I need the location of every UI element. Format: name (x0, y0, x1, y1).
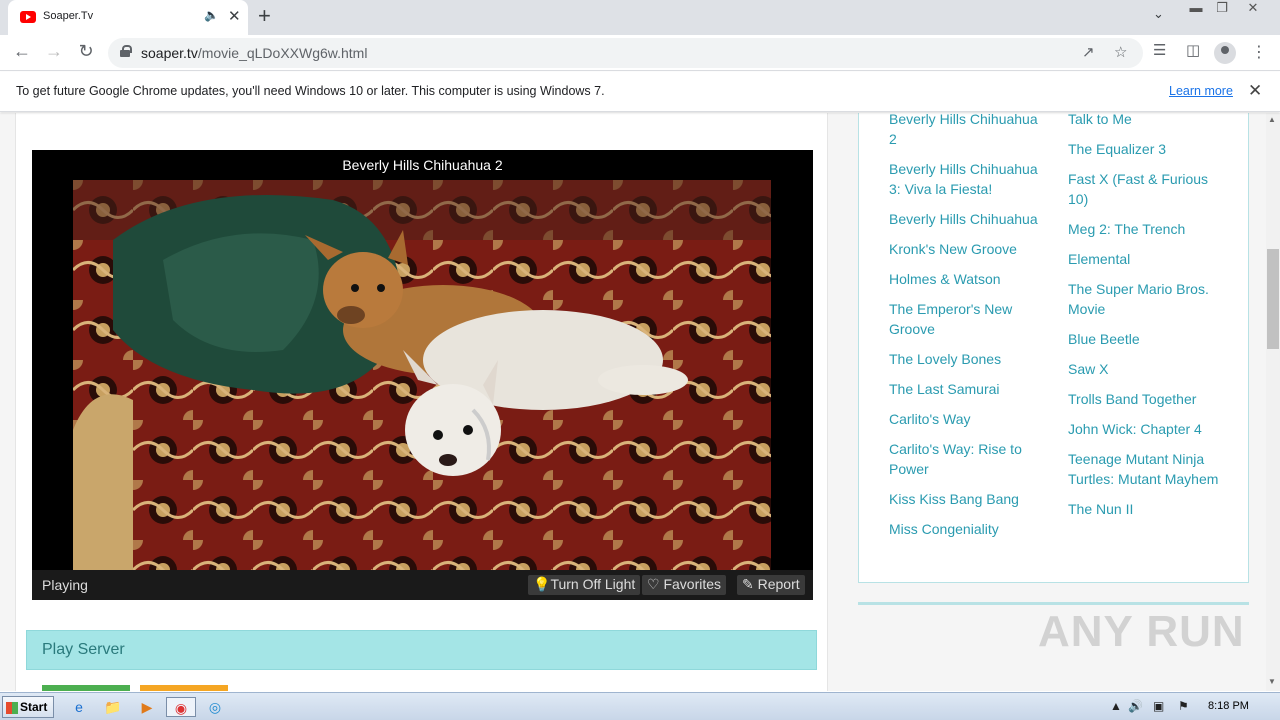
related-movie-link[interactable]: Elemental (1068, 249, 1228, 269)
star-icon[interactable]: ☆ (1114, 43, 1127, 61)
flag-icon[interactable]: ⚑ (1178, 699, 1189, 713)
chevron-down-icon[interactable]: ⌄ (1153, 6, 1164, 22)
report-button[interactable]: ✎ Report (737, 575, 805, 595)
lock-icon[interactable] (120, 45, 132, 57)
related-movie-link[interactable]: The Super Mario Bros. Movie (1068, 279, 1228, 319)
infobar-message: To get future Google Chrome updates, you… (16, 84, 605, 98)
related-movie-link[interactable]: Meg 2: The Trench (1068, 219, 1228, 239)
windows-taskbar: Start e 📁 ▶ ◉ ◎ ▲ 🔊 ▣ ⚑ 8:18 PM (0, 692, 1280, 720)
back-icon[interactable]: ← (11, 41, 33, 62)
related-movie-link[interactable]: Carlito's Way (889, 409, 1049, 429)
share-icon[interactable]: ↗ (1082, 43, 1095, 61)
server-button-1[interactable] (42, 685, 130, 691)
edge-icon[interactable]: ◎ (204, 697, 226, 717)
video-title: Beverly Hills Chihuahua 2 (342, 157, 503, 173)
new-tab-icon[interactable]: + (258, 3, 271, 29)
turn-off-light-button[interactable]: 💡Turn Off Light (528, 575, 641, 595)
learn-more-link[interactable]: Learn more (1169, 84, 1233, 98)
speaker-icon[interactable]: 🔈 (204, 8, 219, 22)
related-movie-link[interactable]: Holmes & Watson (889, 269, 1049, 289)
explorer-icon[interactable]: 📁 (102, 697, 124, 717)
close-tab-icon[interactable]: ✕ (228, 7, 241, 25)
minimize-icon[interactable]: ▬ (1183, 0, 1209, 18)
server-button-2[interactable] (140, 685, 228, 691)
related-movie-link[interactable]: Trolls Band Together (1068, 389, 1228, 409)
windows-logo-icon (6, 702, 18, 714)
url-text[interactable]: soaper.tv/movie_qLDoXXWg6w.html (141, 45, 367, 61)
address-bar[interactable]: soaper.tv/movie_qLDoXXWg6w.html ↗ ☆ (108, 38, 1143, 68)
youtube-favicon-icon (20, 11, 36, 23)
player-controls: Playing 💡Turn Off Light ♡ Favorites ✎ Re… (32, 570, 813, 600)
video-player[interactable]: Beverly Hills Chihuahua 2 Playing 💡Turn … (32, 150, 813, 600)
related-movie-link[interactable]: Talk to Me (1068, 113, 1228, 129)
related-movie-link[interactable]: Beverly Hills Chihuahua 2 (889, 113, 1049, 149)
related-movie-link[interactable]: Blue Beetle (1068, 329, 1228, 349)
related-right-column: Talk to Me The Equalizer 3 Fast X (Fast & … (1068, 113, 1228, 529)
scroll-up-icon[interactable]: ▲ (1268, 115, 1276, 124)
player-status: Playing (42, 577, 88, 593)
related-movie-link[interactable]: The Equalizer 3 (1068, 139, 1228, 159)
page-content: Beverly Hills Chihuahua 2 Playing 💡Turn … (0, 113, 1266, 691)
main-panel: Beverly Hills Chihuahua 2 Playing 💡Turn … (15, 113, 828, 691)
reload-icon[interactable]: ↻ (75, 41, 97, 62)
related-movie-link[interactable]: Miss Congeniality (889, 519, 1049, 539)
start-button[interactable]: Start (2, 696, 54, 718)
related-movie-link[interactable]: Fast X (Fast & Furious 10) (1068, 169, 1228, 209)
chrome-icon[interactable]: ◉ (166, 697, 196, 717)
media-player-icon[interactable]: ▶ (136, 697, 158, 717)
update-infobar: To get future Google Chrome updates, you… (0, 72, 1280, 112)
related-movie-link[interactable]: Beverly Hills Chihuahua 3: Viva la Fiest… (889, 159, 1049, 199)
media-icon[interactable]: ☰ (1153, 41, 1166, 59)
tab-strip: Soaper.Tv 🔈 ✕ + ⌄ ▬ ❐ ✕ (0, 0, 1280, 35)
sidebar-divider (858, 602, 1249, 605)
browser-tab[interactable]: Soaper.Tv 🔈 ✕ (8, 0, 248, 35)
anyrun-watermark: ANY RUN (1038, 607, 1245, 656)
window-close-icon[interactable]: ✕ (1240, 0, 1266, 18)
related-movie-link[interactable]: The Lovely Bones (889, 349, 1049, 369)
related-movie-link[interactable]: Saw X (1068, 359, 1228, 379)
related-movie-link[interactable]: John Wick: Chapter 4 (1068, 419, 1228, 439)
tab-title: Soaper.Tv (43, 10, 94, 22)
forward-icon[interactable]: → (43, 41, 65, 62)
menu-icon[interactable]: ⋮ (1251, 42, 1267, 62)
related-movie-link[interactable]: The Emperor's New Groove (889, 299, 1049, 339)
related-movie-link[interactable]: Kiss Kiss Bang Bang (889, 489, 1049, 509)
play-server-header: Play Server (26, 630, 817, 670)
side-panel-icon[interactable]: ◫ (1186, 41, 1200, 59)
close-infobar-icon[interactable]: ✕ (1248, 81, 1262, 101)
related-movie-link[interactable]: Carlito's Way: Rise to Power (889, 439, 1049, 479)
favorites-button[interactable]: ♡ Favorites (642, 575, 727, 595)
restore-icon[interactable]: ❐ (1209, 0, 1235, 18)
related-movie-link[interactable]: The Nun II (1068, 499, 1228, 519)
video-still (73, 180, 771, 570)
network-icon[interactable]: ▣ (1153, 699, 1164, 713)
scroll-thumb[interactable] (1267, 249, 1279, 349)
tray-expand-icon[interactable]: ▲ (1110, 699, 1122, 713)
toolbar: ← → ↻ soaper.tv/movie_qLDoXXWg6w.html ↗ … (0, 35, 1280, 71)
scroll-down-icon[interactable]: ▼ (1268, 677, 1276, 686)
play-server-label: Play Server (42, 641, 125, 658)
page-scrollbar[interactable]: ▲ ▼ (1266, 113, 1280, 691)
clock: 8:18 PM (1208, 700, 1249, 712)
related-left-column: Beverly Hills Chihuahua 2 Beverly Hills C… (889, 113, 1049, 549)
related-movie-link[interactable]: Kronk's New Groove (889, 239, 1049, 259)
video-frame[interactable] (73, 180, 771, 570)
related-movies: Beverly Hills Chihuahua 2 Beverly Hills C… (858, 113, 1249, 583)
related-movie-link[interactable]: The Last Samurai (889, 379, 1049, 399)
ie-icon[interactable]: e (68, 697, 90, 717)
related-movie-link[interactable]: Beverly Hills Chihuahua (889, 209, 1049, 229)
profile-icon[interactable] (1214, 42, 1236, 64)
related-movie-link[interactable]: Teenage Mutant Ninja Turtles: Mutant May… (1068, 449, 1228, 489)
volume-icon[interactable]: 🔊 (1128, 699, 1143, 713)
